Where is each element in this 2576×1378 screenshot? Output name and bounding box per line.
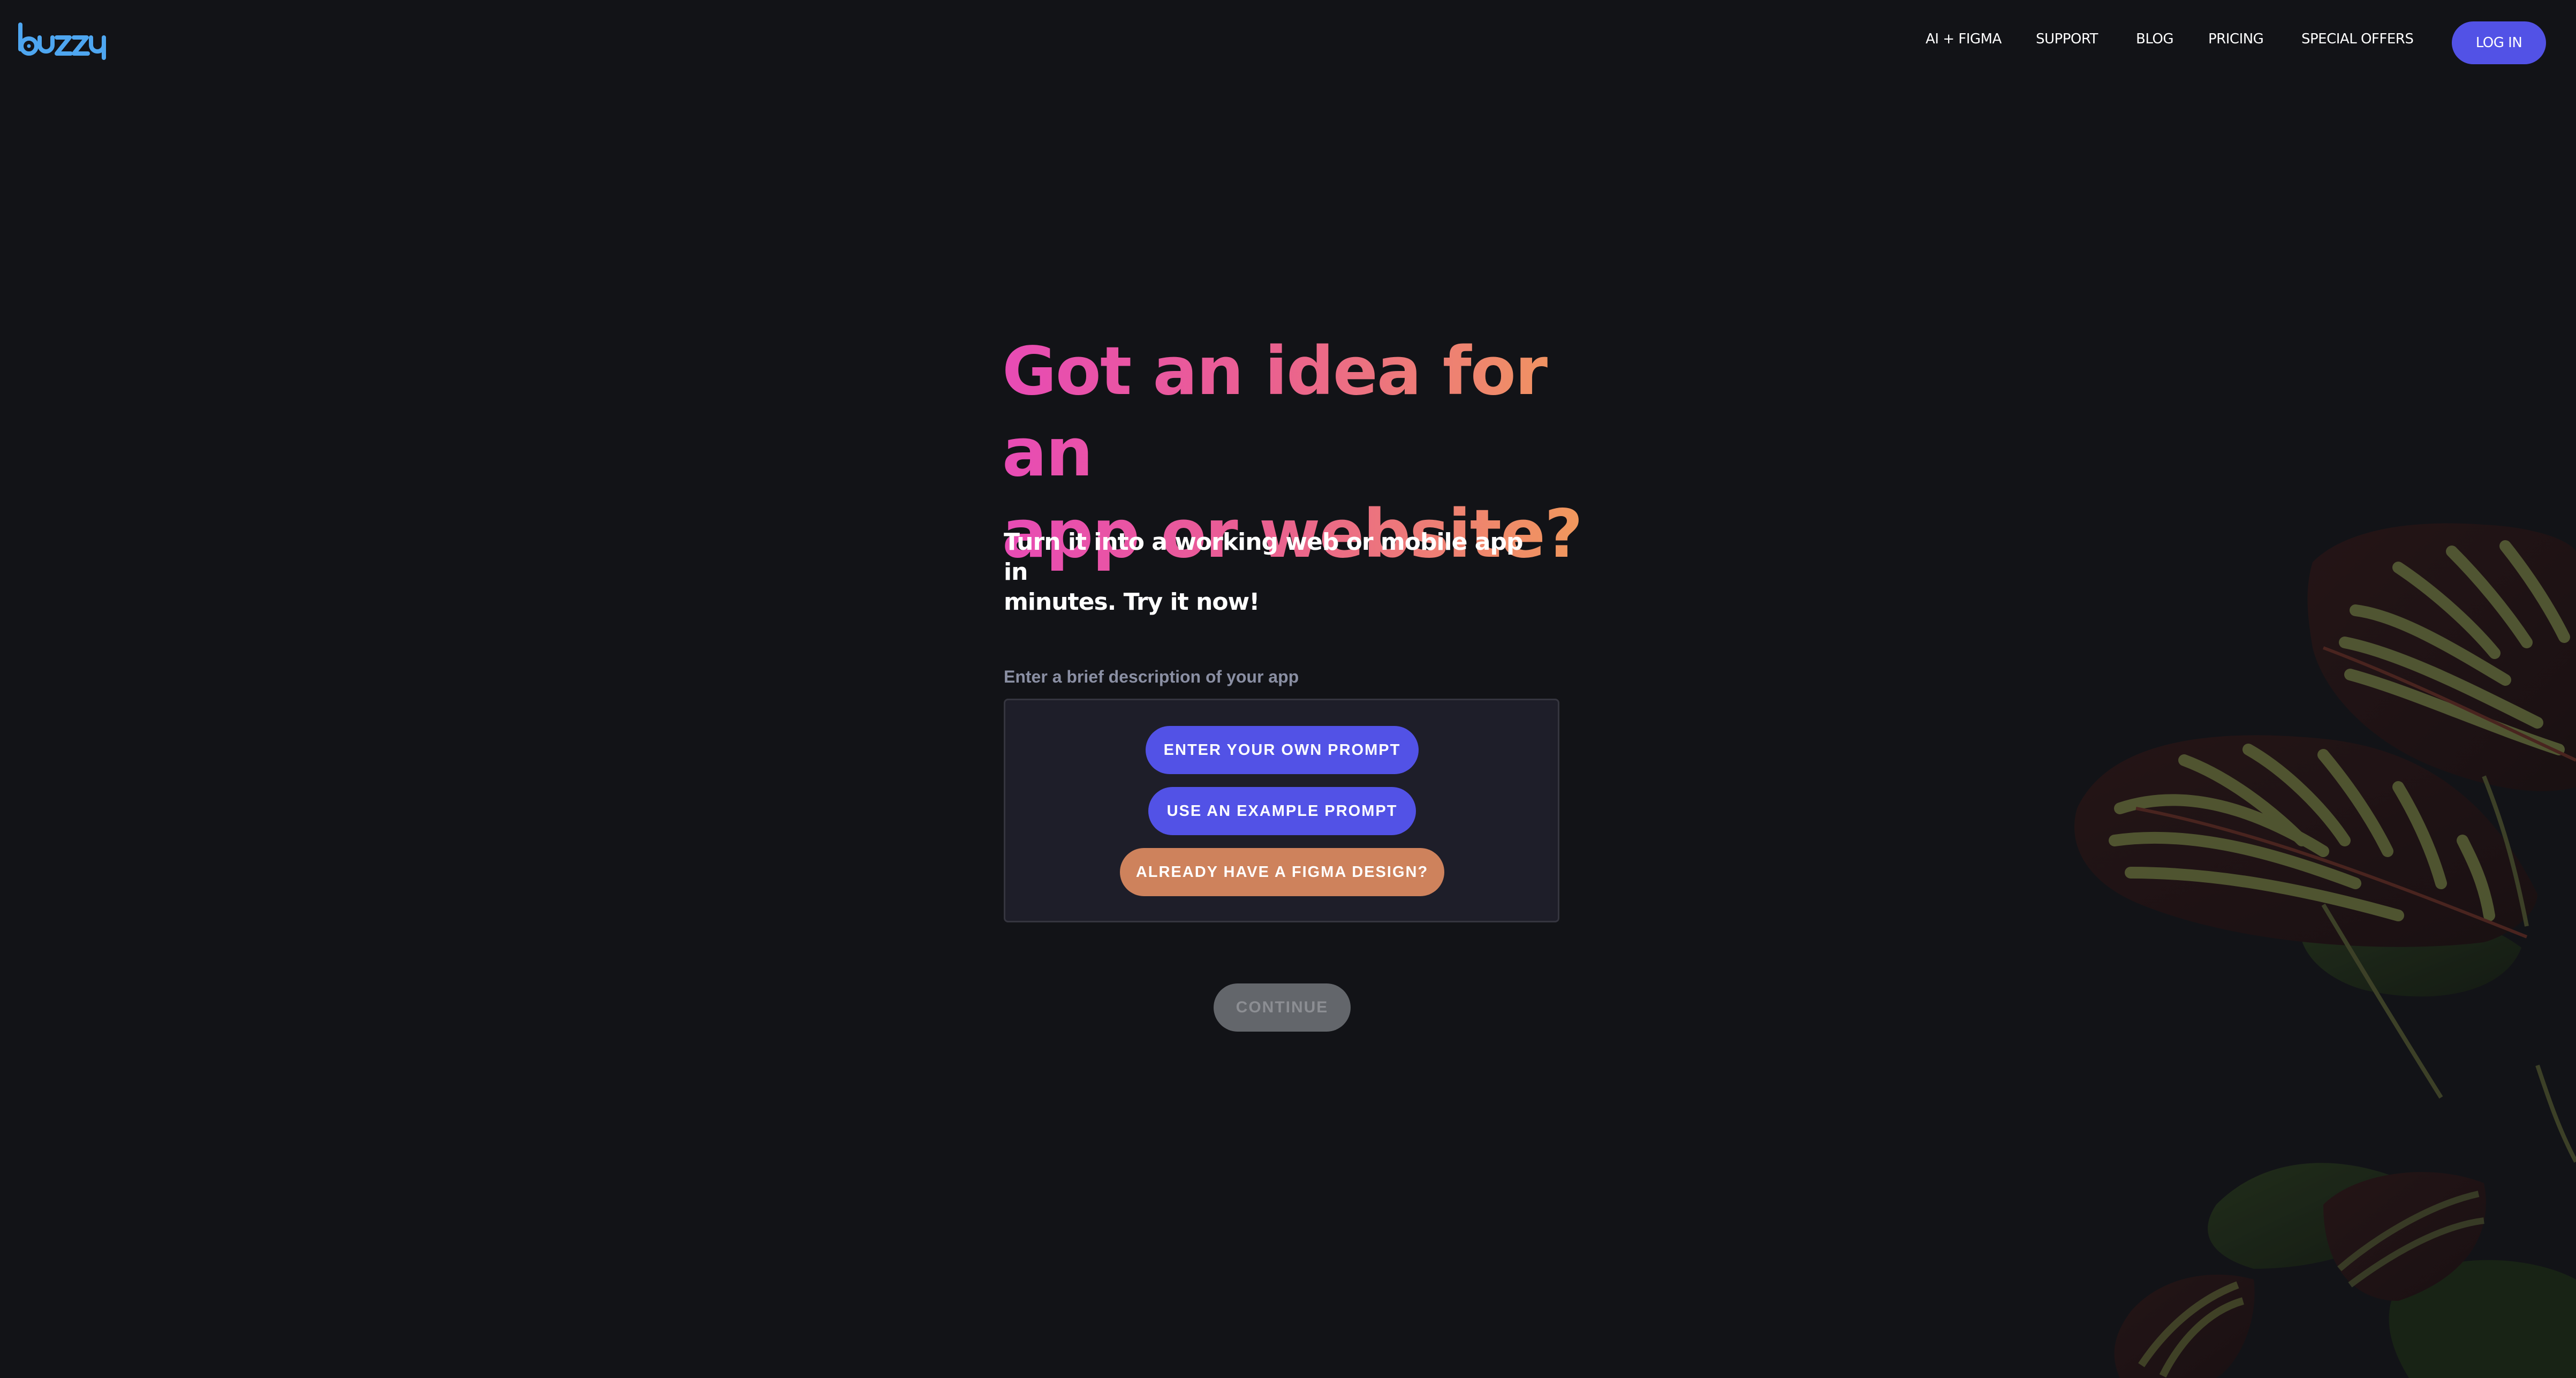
continue-button[interactable]: CONTINUE bbox=[1214, 983, 1351, 1032]
use-example-prompt-button[interactable]: USE AN EXAMPLE PROMPT bbox=[1148, 787, 1416, 835]
nav-link-ai-figma[interactable]: AI + FIGMA bbox=[1926, 31, 2002, 47]
hero-subtitle: Turn it into a working web or mobile app… bbox=[1004, 527, 1539, 617]
hero-subtitle-line2: minutes. Try it now! bbox=[1004, 588, 1260, 616]
hero-subtitle-line1: Turn it into a working web or mobile app… bbox=[1004, 528, 1523, 586]
app-description-label: Enter a brief description of your app bbox=[1004, 667, 1299, 686]
login-button[interactable]: LOG IN bbox=[2452, 21, 2546, 64]
hero-headline-line1: Got an idea for an bbox=[1002, 333, 1547, 491]
enter-own-prompt-button[interactable]: ENTER YOUR OWN PROMPT bbox=[1146, 726, 1419, 774]
buzzy-logo[interactable] bbox=[18, 22, 106, 61]
top-nav: AI + FIGMA SUPPORT BLOG PRICING SPECIAL … bbox=[0, 0, 2576, 86]
plant-leaves-illustration bbox=[2024, 509, 2576, 1378]
buzzy-logo-icon bbox=[18, 22, 106, 60]
figma-design-button[interactable]: ALREADY HAVE A FIGMA DESIGN? bbox=[1120, 848, 1444, 896]
nav-link-special-offers[interactable]: SPECIAL OFFERS bbox=[2301, 31, 2414, 47]
nav-link-blog[interactable]: BLOG bbox=[2136, 31, 2174, 47]
nav-link-pricing[interactable]: PRICING bbox=[2208, 31, 2264, 47]
nav-link-support[interactable]: SUPPORT bbox=[2036, 31, 2098, 47]
